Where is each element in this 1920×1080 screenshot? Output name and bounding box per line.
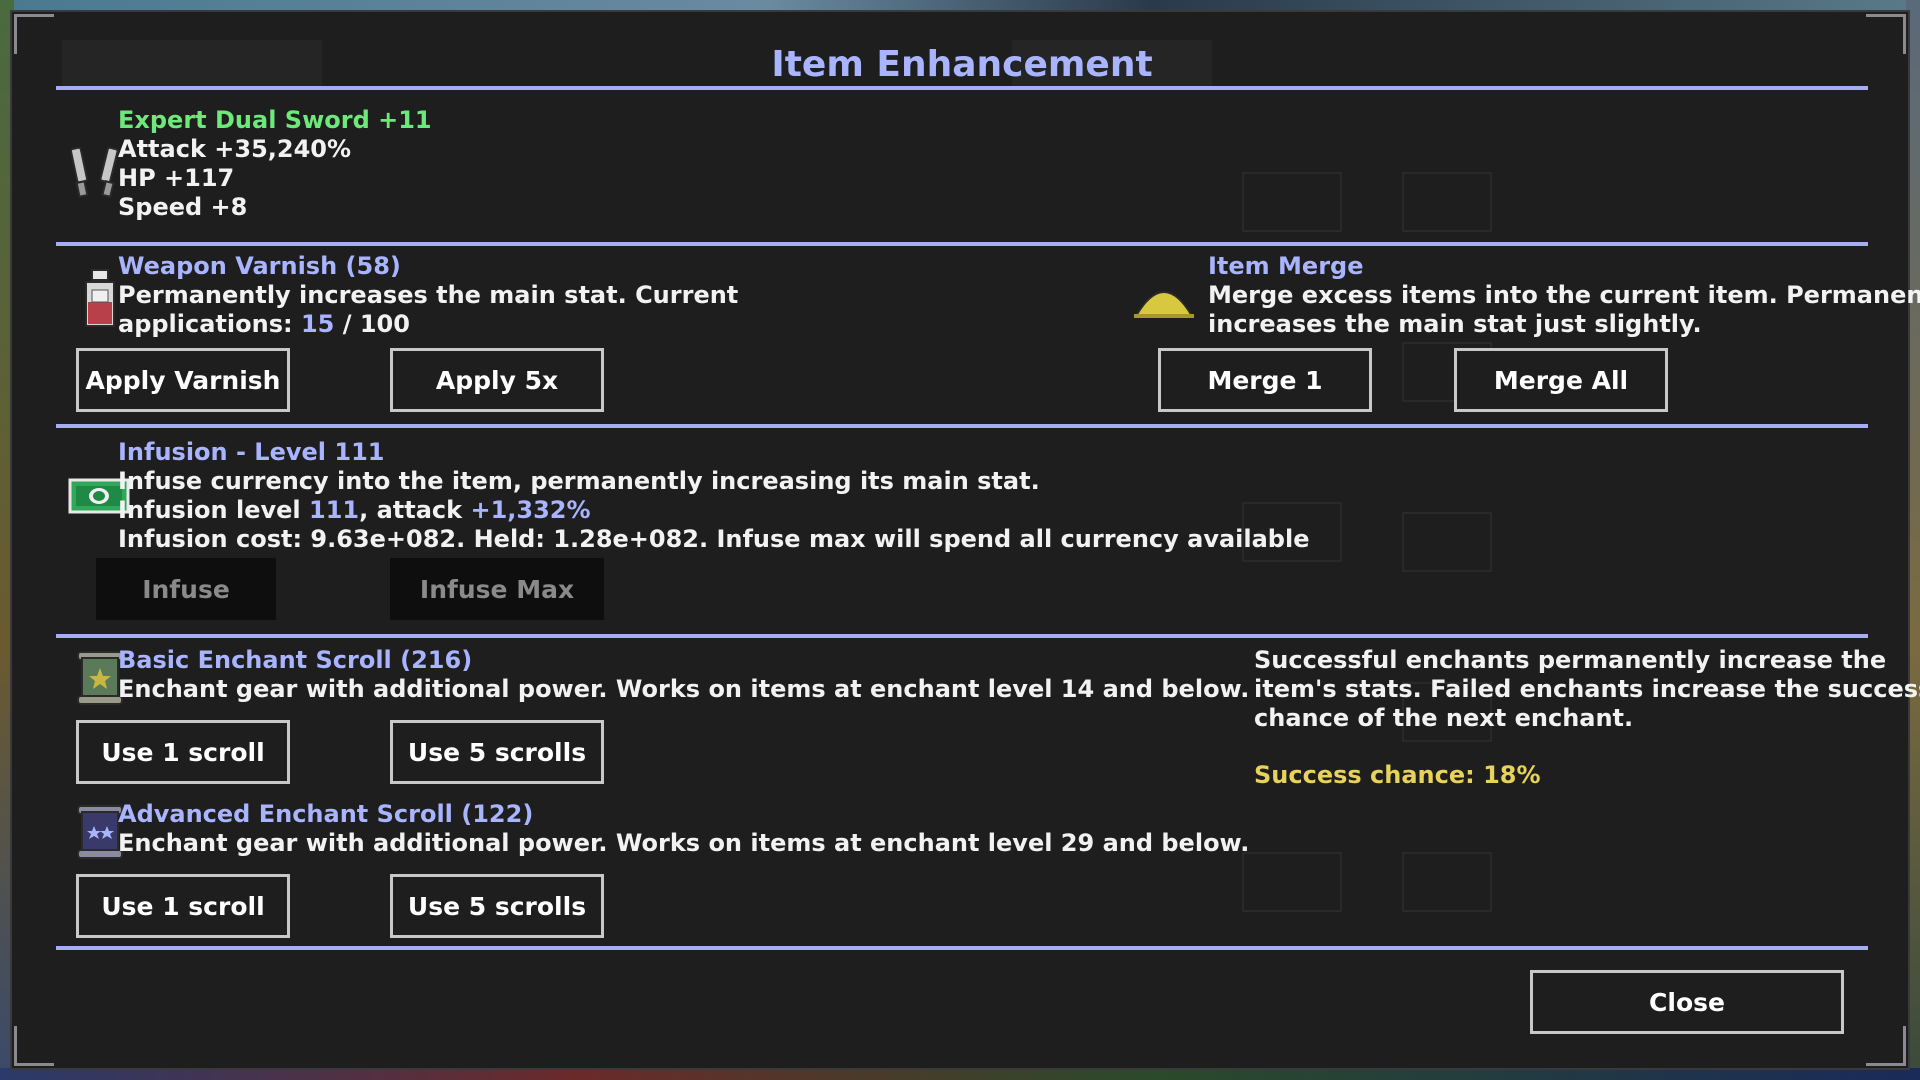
applications-label: applications: — [118, 310, 301, 338]
item-stat-attack: Attack +35,240% — [118, 135, 352, 163]
item-stat-hp: HP +117 — [118, 164, 235, 192]
enchant-info-line3: chance of the next enchant. — [1254, 704, 1634, 732]
merge-description-line1: Merge excess items into the current item… — [1208, 281, 1920, 309]
divider — [56, 86, 1868, 90]
divider — [56, 424, 1868, 428]
close-button[interactable]: Close — [1530, 970, 1844, 1034]
divider — [56, 634, 1868, 638]
infusion-level-value: 111 — [309, 496, 360, 524]
item-stat-speed: Speed +8 — [118, 193, 248, 221]
infusion-info: Infusion - Level 111 Infuse currency int… — [118, 438, 1310, 554]
merge-pile-icon — [1132, 276, 1196, 324]
merge-1-button[interactable]: Merge 1 — [1158, 348, 1372, 412]
ghost-panel — [1242, 852, 1342, 912]
item-info: Expert Dual Sword +11 Attack +35,240% HP… — [118, 106, 432, 222]
success-chance: Success chance: 18% — [1254, 761, 1541, 789]
infusion-description: Infuse currency into the item, permanent… — [118, 467, 1040, 495]
merge-all-button[interactable]: Merge All — [1454, 348, 1668, 412]
apply-5x-button[interactable]: Apply 5x — [390, 348, 604, 412]
ghost-panel — [1402, 172, 1492, 232]
applications-separator: / — [334, 310, 360, 338]
ghost-panel — [1402, 512, 1492, 572]
apply-varnish-button[interactable]: Apply Varnish — [76, 348, 290, 412]
divider — [56, 946, 1868, 950]
dual-sword-icon — [66, 142, 126, 206]
basic-scroll-info: Basic Enchant Scroll (216) Enchant gear … — [118, 646, 1249, 704]
applications-current: 15 — [300, 310, 335, 338]
advanced-use-5-scrolls-button[interactable]: Use 5 scrolls — [390, 874, 604, 938]
infusion-attack-label: , attack — [359, 496, 471, 524]
advanced-scroll-info: Advanced Enchant Scroll (122) Enchant ge… — [118, 800, 1249, 858]
basic-use-1-scroll-button[interactable]: Use 1 scroll — [76, 720, 290, 784]
basic-scroll-name: Basic Enchant Scroll (216) — [118, 646, 473, 674]
advanced-use-1-scroll-button[interactable]: Use 1 scroll — [76, 874, 290, 938]
merge-info: Item Merge Merge excess items into the c… — [1208, 252, 1920, 339]
varnish-info: Weapon Varnish (58) Permanently increase… — [118, 252, 738, 339]
enchant-info-line1: Successful enchants permanently increase… — [1254, 646, 1887, 674]
infusion-name: Infusion - Level 111 — [118, 438, 385, 466]
divider — [56, 242, 1868, 246]
basic-use-5-scrolls-button[interactable]: Use 5 scrolls — [390, 720, 604, 784]
infusion-attack-value: +1,332% — [470, 496, 591, 524]
dialog-title: Item Enhancement — [771, 44, 1153, 85]
infusion-level-label: Infusion level — [118, 496, 309, 524]
ghost-panel — [1402, 852, 1492, 912]
merge-name: Item Merge — [1208, 252, 1364, 280]
infusion-level-line: Infusion level 111, attack +1,332% — [118, 496, 1310, 525]
advanced-scroll-name: Advanced Enchant Scroll (122) — [118, 800, 534, 828]
frame-corner — [1866, 1026, 1906, 1066]
varnish-description: Permanently increases the main stat. Cur… — [118, 281, 739, 309]
varnish-applications: applications: 15 / 100 — [118, 310, 738, 339]
merge-description-line2: increases the main stat just slightly. — [1208, 310, 1702, 338]
varnish-name: Weapon Varnish (58) — [118, 252, 401, 280]
frame-corner — [14, 1026, 54, 1066]
applications-max: 100 — [359, 310, 410, 338]
advanced-scroll-description: Enchant gear with additional power. Work… — [118, 829, 1250, 857]
infuse-button[interactable]: Infuse — [96, 558, 276, 620]
enhancement-dialog: Item Enhancement Expert Dual Sword +11 A… — [10, 10, 1920, 1070]
infuse-max-button[interactable]: Infuse Max — [390, 558, 604, 620]
varnish-bottle-icon — [80, 268, 120, 334]
infusion-cost-line: Infusion cost: 9.63e+082. Held: 1.28e+08… — [118, 525, 1310, 553]
enchant-info-line2: item's stats. Failed enchants increase t… — [1254, 675, 1920, 703]
enchant-info: Successful enchants permanently increase… — [1254, 646, 1920, 790]
basic-scroll-description: Enchant gear with additional power. Work… — [118, 675, 1250, 703]
item-name: Expert Dual Sword +11 — [118, 106, 432, 134]
ghost-panel — [1242, 172, 1342, 232]
